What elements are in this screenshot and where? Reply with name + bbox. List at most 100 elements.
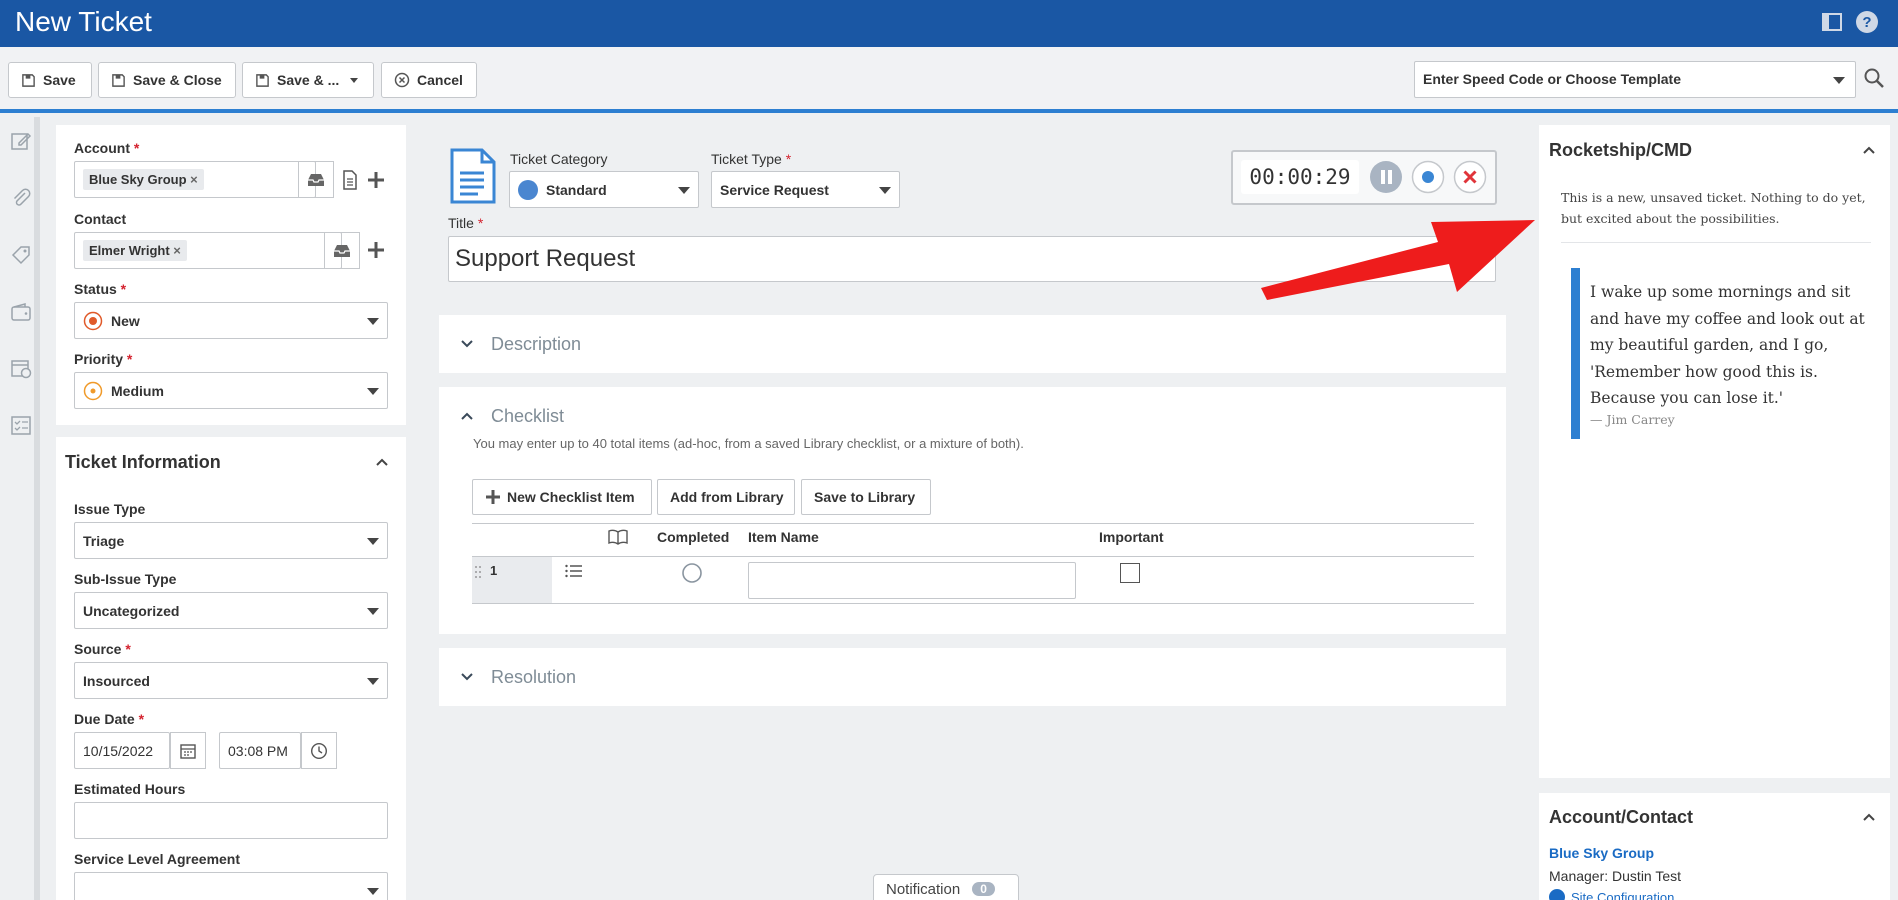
save-close-button[interactable]: Save & Close <box>98 62 236 98</box>
checklist-icon[interactable] <box>10 414 32 436</box>
contact-field[interactable]: Elmer Wright × <box>74 232 342 269</box>
library-book-icon <box>608 529 628 545</box>
sidebar-toggle-icon[interactable] <box>1820 10 1844 34</box>
issue-type-label: Issue Type <box>74 501 146 517</box>
account-chip: Blue Sky Group <box>89 172 187 187</box>
resolution-section[interactable]: Resolution <box>439 648 1506 706</box>
ticket-document-icon <box>450 148 496 204</box>
search-icon[interactable] <box>1863 67 1885 89</box>
new-checklist-item-button[interactable]: New Checklist Item <box>472 479 652 515</box>
estimated-hours-input[interactable] <box>74 802 388 839</box>
description-section[interactable]: Description <box>439 315 1506 373</box>
primary-fields-card: Account * Blue Sky Group × Contact Elmer… <box>56 125 406 425</box>
rocketship-message: This is a new, unsaved ticket. Nothing t… <box>1561 190 1866 226</box>
collapse-icon[interactable] <box>374 454 390 470</box>
item-name-input[interactable] <box>748 562 1076 599</box>
account-contact-card: Account/Contact Blue Sky Group Manager: … <box>1539 793 1890 900</box>
stop-icon[interactable] <box>1453 160 1487 194</box>
quote-bar <box>1571 268 1580 439</box>
ticket-type-select[interactable]: Service Request <box>711 171 900 208</box>
clock-icon <box>310 742 328 759</box>
toolbar: Save Save & Close Save & ... Cancel Ente… <box>0 47 1898 113</box>
inbox-icon <box>308 173 324 186</box>
issue-type-select[interactable]: Triage <box>74 522 388 559</box>
row-number: 1 <box>490 563 498 578</box>
chevron-down-icon <box>879 187 891 194</box>
calendar-icon <box>180 743 196 759</box>
chevron-down-icon <box>350 77 359 83</box>
priority-label: Priority <box>74 351 124 367</box>
chevron-down-icon <box>461 673 473 681</box>
chevron-down-icon <box>461 340 473 348</box>
wallet-icon[interactable] <box>10 301 32 323</box>
account-field[interactable]: Blue Sky Group × <box>74 161 316 198</box>
document-icon[interactable] <box>342 170 358 190</box>
important-column-header: Important <box>1099 529 1164 545</box>
tag-icon[interactable] <box>10 244 32 266</box>
sub-issue-type-select[interactable]: Uncategorized <box>74 592 388 629</box>
priority-select[interactable]: Medium <box>74 372 388 409</box>
drag-handle-icon[interactable] <box>474 565 482 579</box>
chevron-down-icon <box>367 608 379 615</box>
chevron-down-icon <box>367 678 379 685</box>
add-from-library-button[interactable]: Add from Library <box>657 479 795 515</box>
checklist-hint: You may enter up to 40 total items (ad-h… <box>473 436 1024 451</box>
collapse-icon[interactable] <box>1861 142 1877 158</box>
manager-text: Manager: Dustin Test <box>1549 868 1682 884</box>
site-configuration-link[interactable]: Site Configuration <box>1549 889 1674 900</box>
timer-display: 00:00:29 <box>1241 160 1359 194</box>
save-to-library-button[interactable]: Save to Library <box>801 479 931 515</box>
sla-label: Service Level Agreement <box>74 851 241 867</box>
attachment-icon[interactable] <box>10 187 32 209</box>
chevron-down-icon <box>367 888 379 895</box>
add-icon[interactable] <box>366 170 386 190</box>
edit-icon[interactable] <box>10 130 32 152</box>
pause-icon[interactable] <box>1369 160 1403 194</box>
notification-label: Notification <box>886 880 961 898</box>
notification-bar[interactable]: Notification 0 <box>873 874 1019 900</box>
page-title: New Ticket <box>15 6 152 37</box>
due-time-input[interactable]: 03:08 PM <box>219 732 301 769</box>
completed-radio[interactable] <box>681 562 703 584</box>
divider <box>472 523 1474 524</box>
date-picker-button[interactable] <box>170 732 206 769</box>
svg-text:?: ? <box>1862 14 1871 31</box>
calendar-clock-icon[interactable] <box>10 357 32 379</box>
remove-icon[interactable]: × <box>173 243 181 258</box>
status-select[interactable]: New <box>74 302 388 339</box>
left-rail <box>0 117 40 900</box>
save-button[interactable]: Save <box>8 62 92 98</box>
priority-medium-icon <box>83 381 103 400</box>
time-picker-button[interactable] <box>301 732 337 769</box>
help-icon[interactable]: ? <box>1855 10 1879 34</box>
important-checkbox[interactable] <box>1120 563 1140 583</box>
row-handle[interactable]: 1 <box>472 557 552 603</box>
account-link[interactable]: Blue Sky Group <box>1549 845 1654 861</box>
add-icon[interactable] <box>366 240 386 260</box>
timer-widget: 00:00:29 <box>1231 150 1497 205</box>
source-select[interactable]: Insourced <box>74 662 388 699</box>
annotation-arrow-icon <box>1261 220 1535 300</box>
status-label: Status <box>74 281 117 297</box>
chevron-down-icon <box>367 538 379 545</box>
sla-select[interactable] <box>74 872 388 900</box>
info-icon <box>1549 889 1565 900</box>
contact-lookup-button[interactable] <box>324 232 360 269</box>
chevron-down-icon <box>367 388 379 395</box>
list-icon[interactable] <box>565 563 583 579</box>
account-lookup-button[interactable] <box>298 161 334 198</box>
remove-icon[interactable]: × <box>190 172 198 187</box>
collapse-icon[interactable] <box>1861 809 1877 825</box>
resolution-title: Resolution <box>491 667 577 687</box>
title-label: Title <box>448 215 474 231</box>
chevron-up-icon[interactable] <box>459 409 475 423</box>
rocketship-card: Rocketship/CMD This is a new, unsaved ti… <box>1539 125 1890 778</box>
cancel-button[interactable]: Cancel <box>381 62 477 98</box>
save-more-button[interactable]: Save & ... <box>242 62 374 98</box>
due-date-input[interactable]: 10/15/2022 <box>74 732 170 769</box>
speed-code-select[interactable]: Enter Speed Code or Choose Template <box>1414 61 1856 98</box>
category-color-swatch <box>518 179 538 200</box>
record-icon[interactable] <box>1411 160 1445 194</box>
ticket-category-select[interactable]: Standard <box>509 171 699 208</box>
cancel-icon <box>394 72 410 88</box>
